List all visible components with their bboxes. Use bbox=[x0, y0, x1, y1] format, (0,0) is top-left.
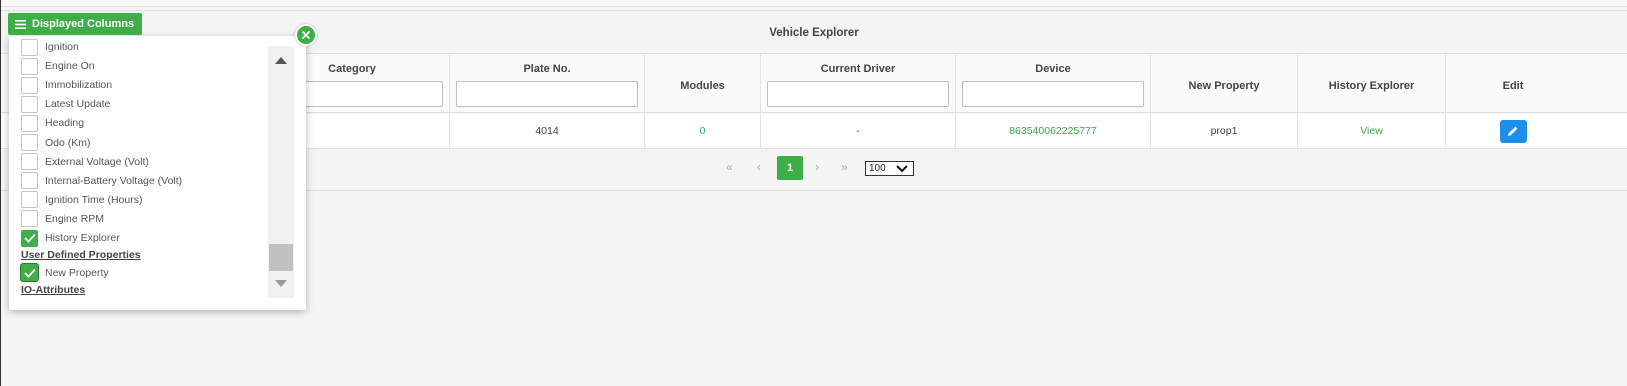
cell-edit bbox=[1446, 114, 1580, 148]
column-option[interactable]: Odo (Km) bbox=[21, 134, 91, 151]
menu-icon bbox=[15, 19, 26, 29]
cell-new-property: prop1 bbox=[1151, 114, 1298, 148]
column-option[interactable]: Internal-Battery Voltage (Volt) bbox=[21, 172, 183, 190]
column-header-driver[interactable]: Current Driver bbox=[761, 63, 955, 75]
column-option-label: Engine RPM bbox=[45, 212, 104, 225]
column-options-list: Ignition Engine On Immobilization Latest Up… bbox=[9, 36, 271, 310]
displayed-columns-panel: Ignition Engine On Immobilization Latest Up… bbox=[9, 36, 306, 310]
driver-filter-input[interactable] bbox=[767, 81, 949, 107]
column-option-checkbox[interactable] bbox=[21, 191, 38, 209]
column-option-checkbox[interactable] bbox=[21, 264, 38, 281]
top-band bbox=[1, 0, 1627, 7]
column-option[interactable]: Latest Update bbox=[21, 95, 111, 113]
column-option-checkbox[interactable] bbox=[21, 76, 38, 94]
column-header-new-property[interactable]: New Property bbox=[1151, 80, 1297, 92]
column-option[interactable]: Immobilization bbox=[21, 76, 113, 94]
column-header-device[interactable]: Device bbox=[956, 63, 1150, 75]
check-icon bbox=[23, 233, 36, 243]
edit-button[interactable] bbox=[1499, 119, 1527, 143]
column-header-plate[interactable]: Plate No. bbox=[450, 63, 644, 75]
displayed-columns-button[interactable]: Displayed Columns bbox=[8, 13, 143, 35]
column-option-checkbox[interactable] bbox=[21, 153, 38, 171]
column-header-modules[interactable]: Modules bbox=[645, 80, 760, 92]
device-filter-input[interactable] bbox=[962, 81, 1144, 107]
column-option-checkbox[interactable] bbox=[21, 38, 38, 56]
column-option-checkbox[interactable] bbox=[21, 210, 38, 228]
displayed-columns-label: Displayed Columns bbox=[32, 18, 135, 30]
page-size-value: 100 bbox=[869, 163, 886, 174]
cell-modules-link[interactable]: 0 bbox=[645, 114, 761, 148]
column-history: History Explorer bbox=[1298, 54, 1446, 112]
column-option-label: Engine On bbox=[45, 60, 95, 73]
column-option-checkbox[interactable] bbox=[21, 57, 38, 75]
next-page-button[interactable]: › bbox=[815, 160, 819, 174]
column-edit: Edit bbox=[1446, 54, 1580, 112]
scrollbar[interactable] bbox=[268, 46, 294, 298]
plate-filter-input[interactable] bbox=[456, 81, 638, 107]
close-popup-button[interactable] bbox=[295, 24, 317, 46]
column-plate: Plate No. bbox=[450, 54, 645, 112]
column-option[interactable]: Ignition bbox=[21, 38, 79, 56]
scroll-down-icon[interactable] bbox=[275, 280, 287, 287]
column-option-checkbox[interactable] bbox=[21, 229, 38, 247]
column-device: Device bbox=[956, 54, 1151, 112]
page-size-select[interactable]: 100 bbox=[865, 161, 914, 176]
cell-driver: - bbox=[761, 114, 956, 148]
prev-page-button[interactable]: ‹ bbox=[757, 160, 761, 174]
column-option-checkbox[interactable] bbox=[21, 114, 38, 132]
column-option-label: Latest Update bbox=[45, 98, 111, 111]
column-driver: Current Driver bbox=[761, 54, 956, 112]
scrollbar-thumb[interactable] bbox=[269, 244, 293, 271]
column-option-label: Heading bbox=[45, 117, 85, 130]
column-option[interactable]: Ignition Time (Hours) bbox=[21, 191, 143, 209]
last-page-button[interactable]: » bbox=[841, 160, 848, 174]
column-option-label: History Explorer bbox=[45, 232, 120, 244]
column-option-label: Odo (Km) bbox=[45, 136, 91, 149]
cell-device-link[interactable]: 863540062225777 bbox=[956, 114, 1151, 148]
column-option[interactable]: Engine On bbox=[21, 57, 95, 75]
scroll-up-icon[interactable] bbox=[275, 57, 287, 64]
close-icon bbox=[301, 30, 311, 40]
column-option-label: External Voltage (Volt) bbox=[45, 155, 149, 168]
column-option-label: Immobilization bbox=[45, 79, 113, 92]
history-view-link[interactable]: View bbox=[1298, 114, 1446, 148]
column-option-checkbox[interactable] bbox=[21, 172, 38, 190]
column-header-edit: Edit bbox=[1502, 80, 1524, 92]
pencil-icon bbox=[1508, 126, 1518, 136]
first-page-button[interactable]: « bbox=[726, 160, 733, 174]
column-option-label: Ignition Time (Hours) bbox=[45, 193, 143, 206]
column-option-label: New Property bbox=[45, 266, 109, 279]
column-option[interactable]: History Explorer bbox=[21, 229, 120, 247]
column-header-history[interactable]: History Explorer bbox=[1298, 80, 1445, 92]
column-option[interactable]: New Property bbox=[21, 264, 109, 281]
column-option-checkbox[interactable] bbox=[21, 134, 38, 151]
column-option-label: Internal-Battery Voltage (Volt) bbox=[45, 174, 183, 187]
column-option-checkbox[interactable] bbox=[21, 95, 38, 113]
check-icon bbox=[23, 268, 36, 278]
page-button-current[interactable]: 1 bbox=[777, 156, 803, 180]
column-option[interactable]: External Voltage (Volt) bbox=[21, 153, 149, 171]
section-user-defined-properties: User Defined Properties bbox=[21, 249, 141, 261]
column-new-property: New Property bbox=[1151, 54, 1298, 112]
column-option[interactable]: Heading bbox=[21, 114, 85, 132]
column-option[interactable]: Engine RPM bbox=[21, 210, 104, 228]
section-io-attributes: IO-Attributes bbox=[21, 284, 86, 296]
column-option-label: Ignition bbox=[45, 41, 79, 53]
cell-plate: 4014 bbox=[450, 114, 645, 148]
column-modules: Modules bbox=[645, 54, 761, 112]
chevron-down-icon bbox=[896, 165, 908, 173]
